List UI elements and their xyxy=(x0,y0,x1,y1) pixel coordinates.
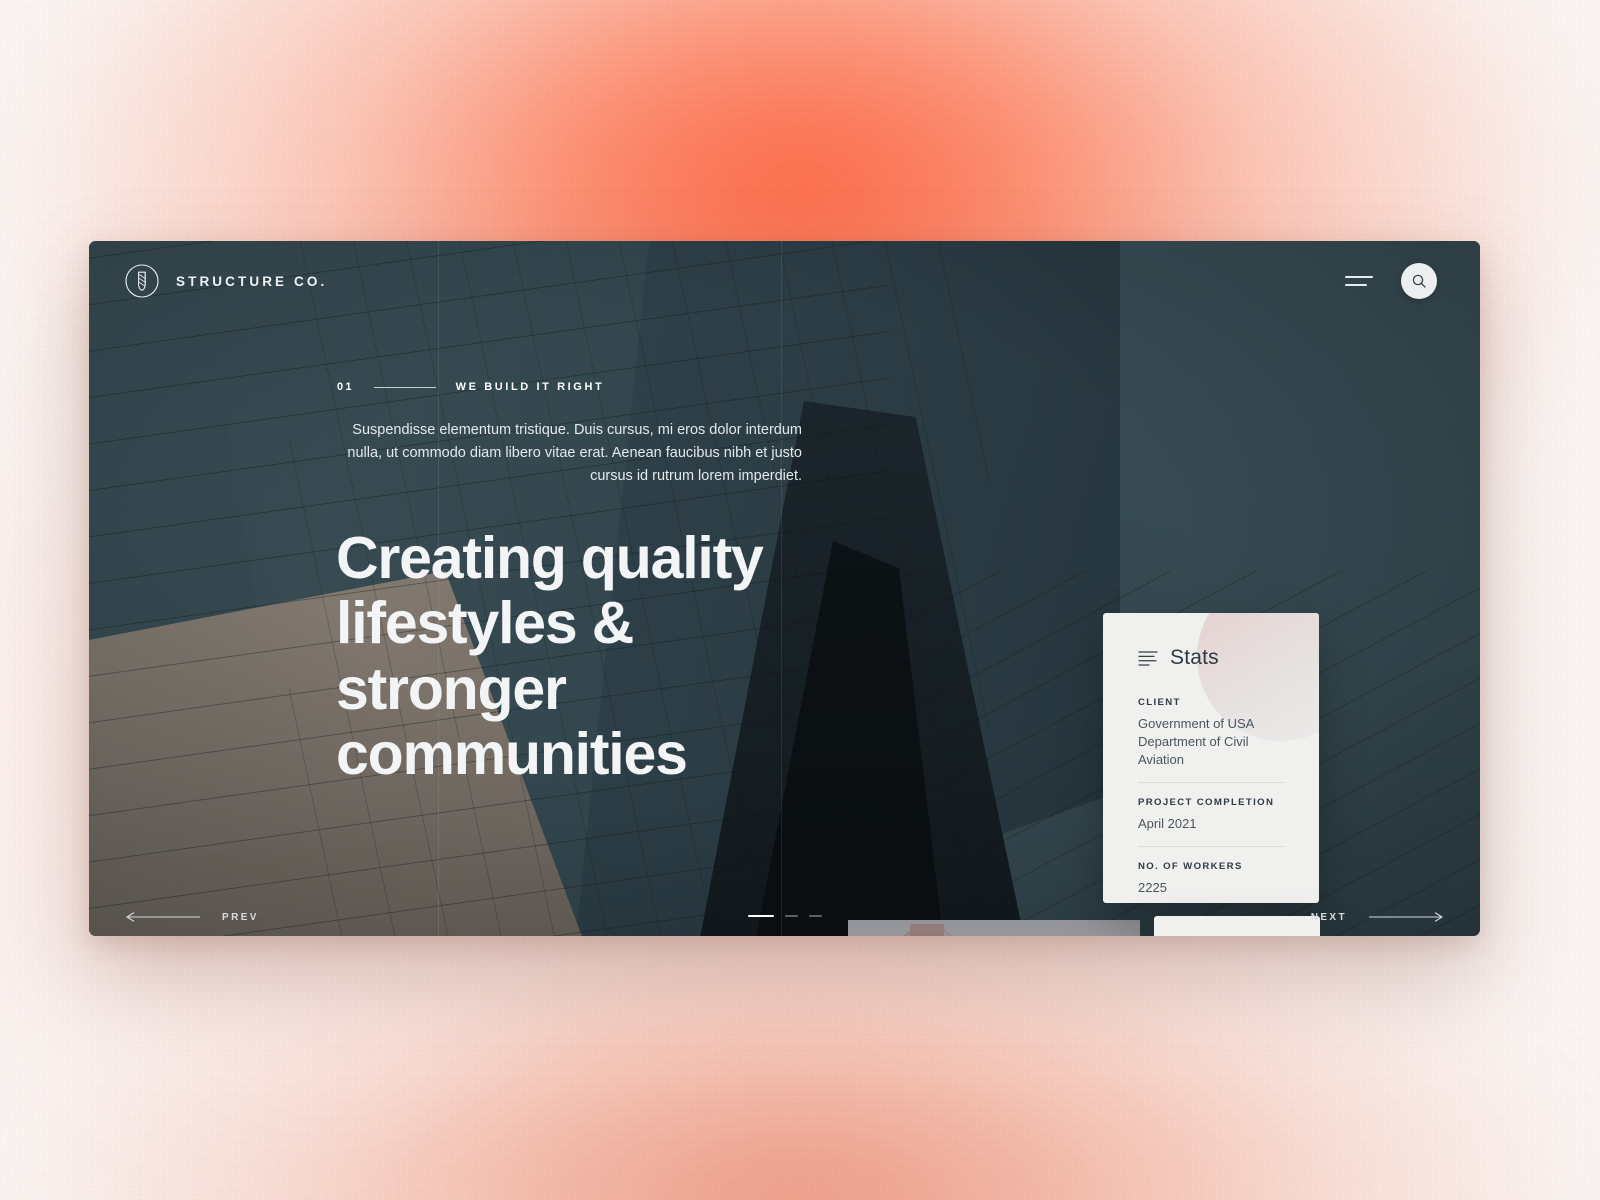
slide-indicator-dots xyxy=(747,915,822,917)
brand-name: STRUCTURE CO. xyxy=(176,273,328,289)
stats-title: Stats xyxy=(1170,646,1219,669)
hero-eyebrow: 01 WE BUILD IT RIGHT xyxy=(337,381,802,393)
stats-card: Stats CLIENT Government of USA Departmen… xyxy=(1103,613,1319,903)
slide-dot-3[interactable] xyxy=(808,915,822,917)
stats-row-client: CLIENT Government of USA Department of C… xyxy=(1138,697,1285,782)
stats-label: CLIENT xyxy=(1138,697,1181,708)
circle-monogram-icon xyxy=(124,263,160,299)
fog-overlay xyxy=(848,920,1140,936)
hero-nav-actions xyxy=(1345,263,1437,299)
slide-counter-card: You are viewing 01 of 03 xyxy=(1154,916,1320,936)
arrow-right-icon xyxy=(1369,912,1443,922)
stats-label: PROJECT COMPLETION xyxy=(1138,796,1275,808)
search-button[interactable] xyxy=(1401,263,1437,299)
hero-eyebrow-kicker: WE BUILD IT RIGHT xyxy=(455,381,605,393)
stats-value: April 2021 xyxy=(1138,815,1197,831)
hero-headline: Creating quality lifestyles & stronger c… xyxy=(336,524,764,788)
hero-top-bar: STRUCTURE CO. xyxy=(89,241,1480,341)
stats-value: Government of USA Department of Civil Av… xyxy=(1138,716,1255,767)
slide-dot-2[interactable] xyxy=(784,915,798,917)
video-preview-card[interactable] xyxy=(848,920,1140,936)
brand-logo[interactable]: STRUCTURE CO. xyxy=(124,263,327,299)
list-lines-icon xyxy=(1138,651,1158,666)
arrow-left-icon xyxy=(126,912,200,922)
hero-lede-paragraph: Suspendisse elementum tristique. Duis cu… xyxy=(347,422,802,484)
prev-label: PREV xyxy=(222,911,259,923)
prev-slide-button[interactable]: PREV xyxy=(126,911,259,923)
hero-eyebrow-number: 01 xyxy=(337,381,354,393)
search-icon xyxy=(1412,274,1426,288)
hamburger-menu-icon[interactable] xyxy=(1345,274,1373,288)
slide-dot-1[interactable] xyxy=(747,915,774,917)
stats-row-completion: PROJECT COMPLETION April 2021 xyxy=(1138,781,1285,846)
eyebrow-rule xyxy=(373,386,436,388)
stats-value: 2225 xyxy=(1138,879,1167,895)
next-slide-button[interactable]: NEXT xyxy=(1311,911,1443,923)
hero-content: 01 WE BUILD IT RIGHT Suspendisse element… xyxy=(336,381,802,788)
next-label: NEXT xyxy=(1310,911,1347,923)
stats-row-workers: NO. OF WORKERS 2225 xyxy=(1138,845,1285,903)
hero-slide-panel: STRUCTURE CO. 01 WE BUILD IT RIGHT Suspe… xyxy=(89,241,1480,936)
stats-card-header: Stats xyxy=(1138,646,1285,670)
stats-label: NO. OF WORKERS xyxy=(1138,860,1243,872)
